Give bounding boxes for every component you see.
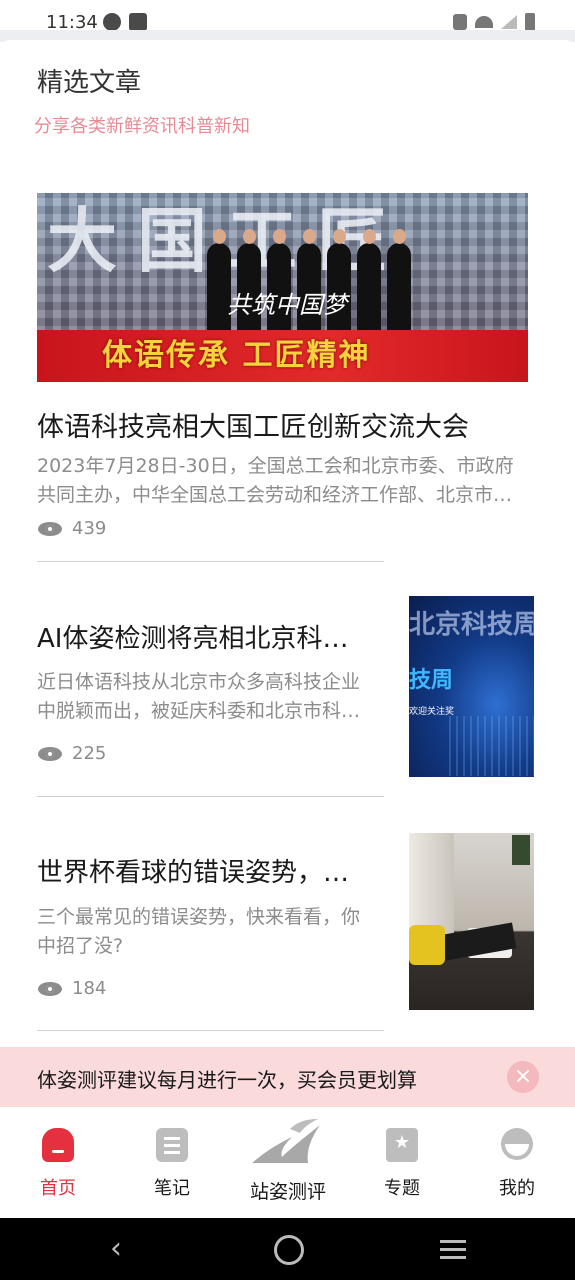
article-2-title[interactable]: AI体姿检测将亮相北京科… (37, 618, 372, 655)
article-2-views: 225 (38, 743, 106, 764)
article-1-title[interactable]: 体语科技亮相大国工匠创新交流大会 (37, 405, 469, 444)
tab-profile[interactable]: 我的 (467, 1107, 567, 1218)
mail-icon (129, 13, 147, 31)
divider (37, 1030, 384, 1031)
notes-icon (156, 1128, 188, 1162)
recents-icon[interactable] (440, 1240, 466, 1243)
article-3-title[interactable]: 世界杯看球的错误姿势，… (37, 852, 372, 889)
tab-posture-assessment[interactable]: 站姿测评 (238, 1107, 338, 1218)
membership-promo-banner[interactable]: 体姿测评建议每月进行一次，买会员更划算 × (0, 1047, 575, 1107)
close-icon[interactable]: × (507, 1061, 539, 1093)
article-1-desc: 2023年7月28日-30日，全国总工会和北京市委、市政府 共同主办，中华全国总… (37, 455, 514, 506)
tab-topics[interactable]: 专题 (352, 1107, 452, 1218)
status-icons (453, 13, 535, 31)
article-3-desc: 三个最常见的错误姿势，快来看看，你 中招了没? (37, 906, 361, 957)
article-1-views: 439 (38, 518, 106, 539)
article-1-image[interactable]: 大国工匠 共筑中国梦 体语传承 工匠精神 (37, 193, 528, 382)
article-3-views: 184 (38, 978, 106, 999)
vibrate-icon (453, 14, 467, 30)
wifi-icon (475, 16, 493, 28)
tab-home[interactable]: 首页 (8, 1107, 108, 1218)
clock-icon (103, 13, 121, 31)
system-navigation-bar: ‹ (0, 1218, 575, 1280)
bottom-tab-bar: 首页 笔记 站姿测评 专题 我的 (0, 1107, 575, 1218)
tab-notes[interactable]: 笔记 (122, 1107, 222, 1218)
article-2-desc: 近日体语科技从北京市众多高科技企业 中脱颖而出，被延庆科委和北京市科… (37, 671, 361, 722)
divider (37, 561, 384, 562)
promo-text: 体姿测评建议每月进行一次，买会员更划算 (37, 1068, 417, 1092)
article-2-thumbnail[interactable]: 北京科技周 技周 欢迎关注奖 (409, 596, 534, 777)
signal-icon (501, 15, 517, 29)
topic-icon (386, 1128, 418, 1162)
hero-script-text: 共筑中国梦 (227, 291, 347, 319)
eye-icon (38, 746, 62, 761)
eye-icon (38, 981, 62, 996)
profile-icon (501, 1128, 533, 1160)
battery-icon (525, 13, 535, 31)
home-button-icon[interactable] (274, 1235, 304, 1265)
back-icon[interactable]: ‹ (110, 1231, 122, 1266)
section-title: 精选文章 (37, 68, 142, 98)
section-subtitle: 分享各类新鲜资讯科普新知 (34, 116, 250, 137)
home-icon (42, 1128, 74, 1162)
eye-icon (38, 521, 62, 536)
divider (37, 796, 384, 797)
hero-slogan: 体语传承 工匠精神 (102, 338, 371, 373)
posture-logo-icon (252, 1119, 320, 1163)
article-3-thumbnail[interactable] (409, 833, 534, 1010)
